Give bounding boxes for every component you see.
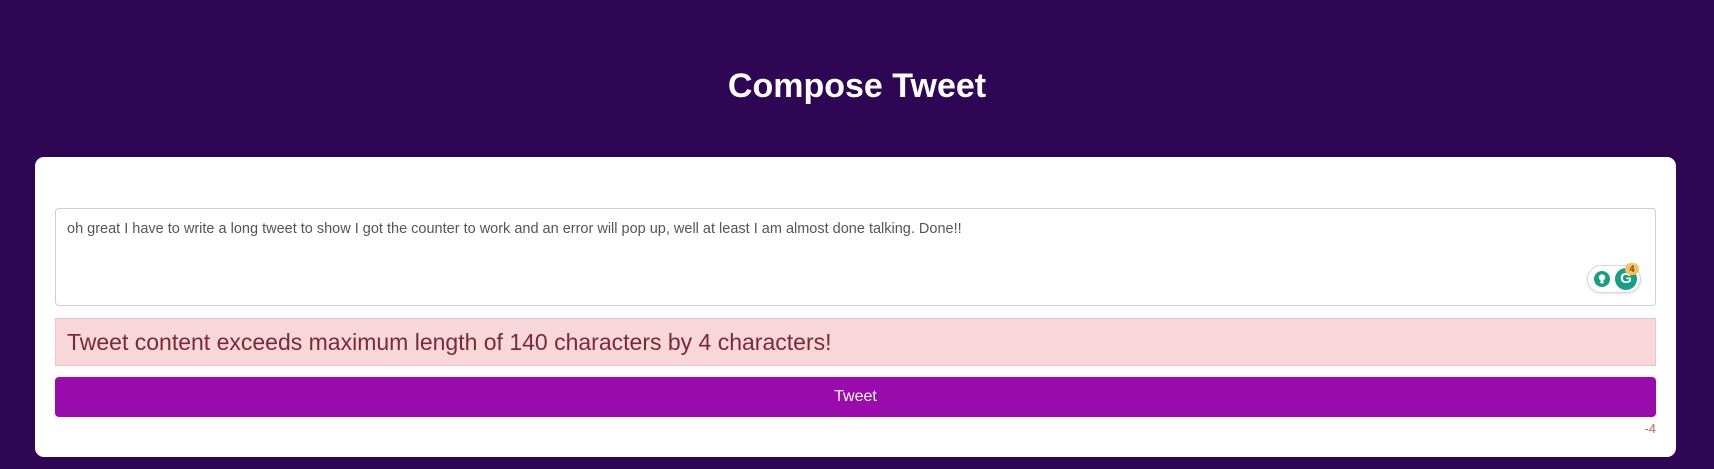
page-title: Compose Tweet [727, 67, 987, 105]
character-counter: -4 [1644, 421, 1656, 436]
tweet-textarea[interactable]: oh great I have to write a long tweet to… [67, 219, 1575, 279]
grammarly-badge: 4 [1625, 263, 1639, 275]
tweet-button[interactable]: Tweet [55, 377, 1656, 417]
grammarly-widget[interactable]: G 4 [1587, 263, 1641, 293]
tweet-textarea-container[interactable]: oh great I have to write a long tweet to… [55, 208, 1656, 306]
error-alert: Tweet content exceeds maximum length of … [55, 318, 1656, 366]
grammarly-icon[interactable]: G 4 [1615, 263, 1639, 290]
lightbulb-icon[interactable] [1593, 270, 1611, 288]
compose-card: oh great I have to write a long tweet to… [35, 157, 1676, 457]
